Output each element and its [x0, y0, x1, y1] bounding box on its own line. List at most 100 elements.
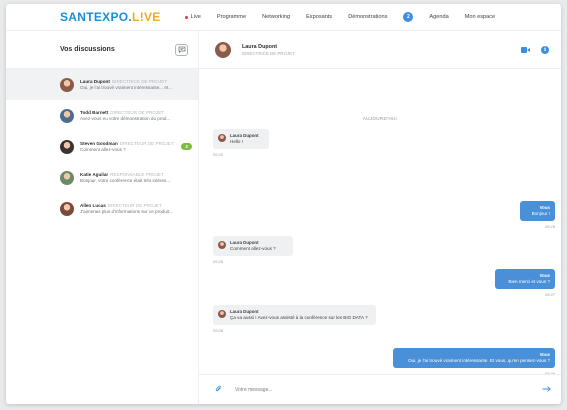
nav-networking[interactable]: Networking [262, 14, 290, 20]
message-content: Vous Bonjour ! [525, 205, 550, 217]
conversation-text: Allen Lucas DIRECTEUR DE PROJET J'aimerais… [80, 203, 192, 215]
avatar [60, 108, 74, 123]
chat-header: Laura Dupont DIRECTRICE DE PROJET i [199, 31, 561, 69]
message-bubble: Vous Oui, je l'ai trouvé vraiment intéres… [393, 348, 555, 368]
message-bubble: Laura Dupont Ça va aussi ! Avez-vous assi… [213, 305, 376, 325]
message-bubble: Laura Dupont Hello ! [213, 129, 269, 149]
sender-avatar [218, 134, 226, 142]
conversation-preview: Oui, je l'ai trouvé vraiment intéressant… [80, 85, 173, 91]
conversation-text: Katie Aguilar RESPONSABLE PROJET Bonjour, … [80, 172, 192, 184]
info-icon[interactable]: i [541, 45, 549, 54]
live-dot-icon [184, 15, 188, 19]
conversation-text: Todd Barnett DIRECTEUR DE PROJET Avez-vous… [80, 110, 192, 122]
message-composer [199, 374, 561, 404]
message-thread: AUJOURD'HUI Laura Dupont Hello ! 09:25 Vous… [199, 69, 561, 376]
conversation-header: Laura Dupont DIRECTRICE DE PROJET [80, 79, 192, 84]
sender-avatar [218, 310, 226, 318]
message-bubble: Vous Bonjour ! [520, 201, 555, 221]
conversation-preview: Avez-vous eu votre démonstration du prod… [80, 116, 171, 122]
video-call-button[interactable] [521, 46, 530, 53]
conversation-text: Laura Dupont DIRECTRICE DE PROJET Oui, je … [80, 79, 192, 91]
message-text: Oui, je l'ai trouvé vraiment intéressant… [408, 358, 550, 363]
nav-programme[interactable]: Programme [217, 14, 246, 20]
contact-info: Laura Dupont DIRECTRICE DE PROJET [242, 44, 295, 56]
conversation-role: RESPONSABLE PROJET [110, 171, 164, 177]
conversation-item[interactable]: Steven Goodman DIRECTEUR DE PROJET Comment… [6, 131, 198, 162]
sidebar-header: Vos discussions [6, 31, 198, 69]
conversation-header: Allen Lucas DIRECTEUR DE PROJET [80, 203, 192, 208]
message-timestamp: 09:27 [544, 292, 555, 297]
message-content: Vous Bien merci et vous ? [500, 273, 550, 285]
conversation-header: Katie Aguilar RESPONSABLE PROJET [80, 172, 192, 177]
logo-part: SANTEXPO. [60, 10, 133, 24]
conversation-name: Laura Dupont [80, 78, 110, 84]
conversation-role: DIRECTEUR DE PROJET [119, 140, 174, 146]
notification-badge[interactable]: 2 [403, 12, 414, 22]
paperclip-icon [215, 385, 221, 391]
nav-agenda[interactable]: Agenda [429, 14, 448, 20]
message-input[interactable] [235, 386, 542, 393]
incoming-message: Laura Dupont Ça va aussi ! Avez-vous assi… [213, 305, 376, 333]
nav-live[interactable]: Live [184, 14, 201, 20]
conversation-name: Katie Aguilar [80, 171, 109, 177]
message-content: Laura Dupont Hello ! [230, 133, 259, 145]
message-text: Comment allez-vous ? [230, 246, 276, 251]
conversation-header: Steven Goodman DIRECTEUR DE PROJET [80, 141, 177, 146]
message-timestamp: 09:25 [213, 152, 224, 157]
conversation-text: Steven Goodman DIRECTEUR DE PROJET Comment… [80, 141, 177, 153]
contact-role: DIRECTRICE DE PROJET [242, 50, 295, 56]
conversation-preview: Comment allez-vous ? [80, 147, 126, 153]
chat-panel: Laura Dupont DIRECTRICE DE PROJET i AUJO… [199, 31, 561, 404]
outgoing-message: Vous Bonjour ! 09:25 [520, 201, 555, 229]
outgoing-message: Vous Bien merci et vous ? 09:27 [495, 269, 555, 297]
chat-bubble-icon [178, 46, 185, 53]
conversation-item[interactable]: Katie Aguilar RESPONSABLE PROJET Bonjour, … [6, 162, 198, 193]
conversation-item[interactable]: Laura Dupont DIRECTRICE DE PROJET Oui, je … [6, 69, 198, 100]
santexpo-logo[interactable]: SANTEXPO.L!VE [60, 10, 161, 24]
message-timestamp: 09:26 [213, 259, 224, 264]
conversation-preview: J'aimerais plus d'informations sur ce pr… [80, 209, 173, 215]
conversation-sidebar: Vos discussions Laura Dupont DIRECTRICE D… [6, 31, 199, 404]
conversation-preview: Bonjour, votre conférence était très int… [80, 178, 171, 184]
top-navbar: SANTEXPO.L!VE Live Programme Networking … [6, 4, 561, 31]
send-button[interactable] [542, 385, 551, 394]
logo-part: VE [143, 10, 161, 24]
nav-live-label: Live [190, 14, 201, 20]
video-camera-lens-icon [527, 47, 530, 52]
message-timestamp: 09:25 [544, 224, 555, 229]
message-text: Bonjour ! [531, 211, 550, 216]
conversation-item[interactable]: Allen Lucas DIRECTEUR DE PROJET J'aimerais… [6, 193, 198, 224]
attach-button[interactable] [215, 385, 222, 395]
avatar [60, 77, 74, 92]
conversation-name: Steven Goodman [80, 140, 118, 146]
unread-count-badge: 3 [181, 143, 192, 150]
outgoing-message: Vous Oui, je l'ai trouvé vraiment intéres… [393, 348, 555, 376]
message-content: Vous Oui, je l'ai trouvé vraiment intéres… [398, 352, 550, 364]
new-message-button[interactable] [175, 43, 188, 56]
arrow-right-icon [542, 386, 551, 392]
day-separator: AUJOURD'HUI [362, 116, 398, 121]
avatar [60, 139, 74, 154]
sender-avatar [218, 241, 226, 249]
message-content: Laura Dupont Comment allez-vous ? [230, 240, 276, 252]
incoming-message: Laura Dupont Hello ! 09:25 [213, 129, 269, 157]
message-text: Ça va aussi ! Avez-vous assisté à la con… [230, 315, 368, 320]
message-content: Laura Dupont Ça va aussi ! Avez-vous assi… [230, 309, 368, 321]
conversation-role: DIRECTEUR DE PROJET [107, 202, 162, 208]
logo-part: L [132, 10, 140, 24]
message-timestamp: 09:28 [213, 328, 224, 333]
message-text: Hello ! [230, 139, 244, 144]
nav-exposants[interactable]: Exposants [306, 14, 332, 20]
chat-actions: i [521, 45, 549, 54]
contact-avatar[interactable] [215, 41, 231, 58]
conversation-name: Allen Lucas [80, 202, 106, 208]
avatar [60, 170, 74, 185]
avatar [60, 201, 74, 216]
nav-demonstrations[interactable]: Démonstrations [348, 14, 387, 20]
conversation-role: DIRECTRICE DE PROJET [111, 78, 167, 84]
nav-mon-espace[interactable]: Mon espace [465, 14, 495, 20]
message-bubble: Laura Dupont Comment allez-vous ? [213, 236, 293, 256]
conversation-item[interactable]: Todd Barnett DIRECTEUR DE PROJET Avez-vous… [6, 100, 198, 131]
conversation-list: Laura Dupont DIRECTRICE DE PROJET Oui, je … [6, 69, 198, 224]
incoming-message: Laura Dupont Comment allez-vous ? 09:26 [213, 236, 293, 264]
